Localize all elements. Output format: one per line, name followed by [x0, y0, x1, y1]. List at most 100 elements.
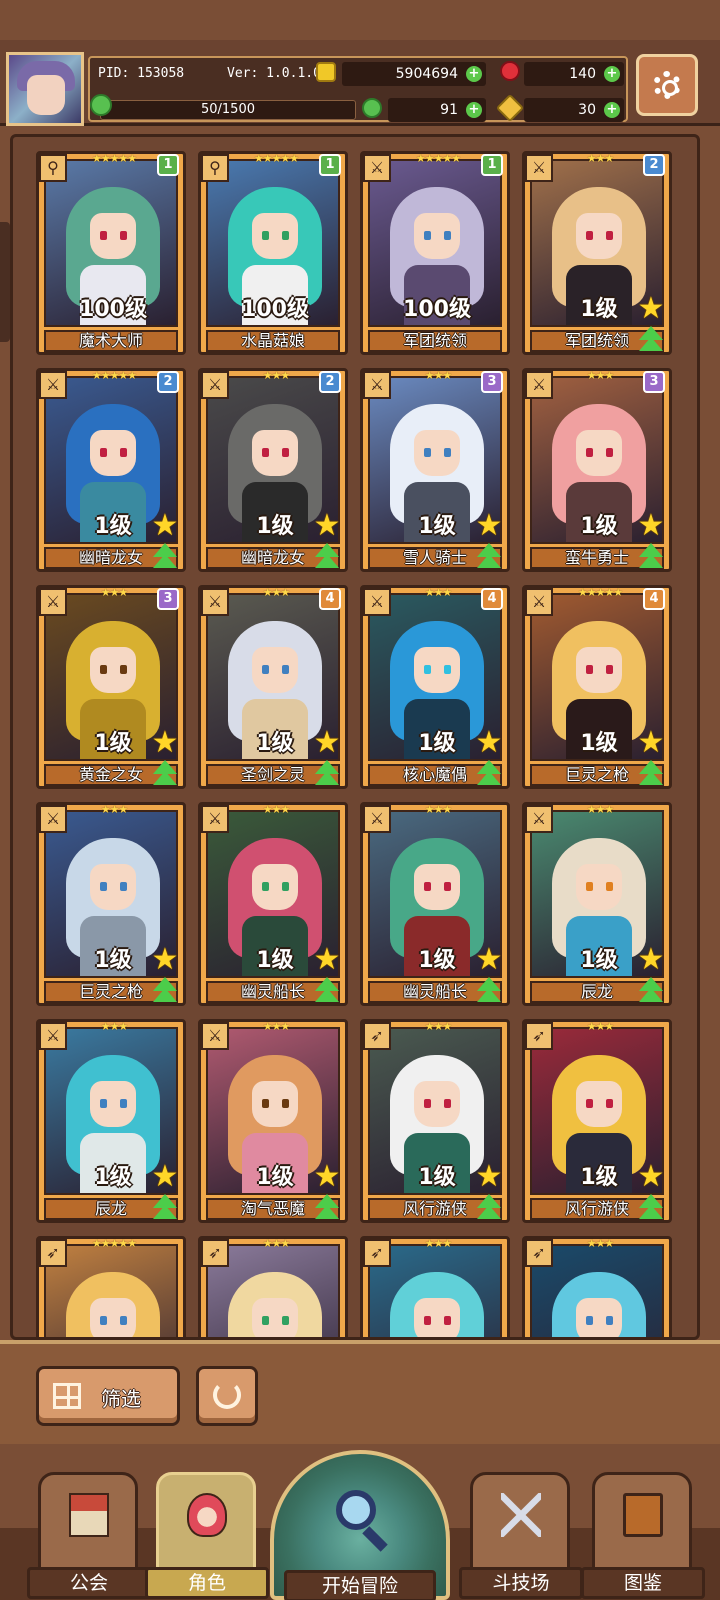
star-upgrade-icon[interactable]: ★	[312, 728, 342, 758]
character-card[interactable]: 100级 ★★★★★ ⚔ 1 军团统领	[360, 151, 510, 355]
player-avatar[interactable]	[6, 52, 84, 126]
portrait-eye	[100, 665, 107, 674]
character-card[interactable]: 1级 ★★★ ⚔ 4 核心魔偶 ★	[360, 585, 510, 789]
add-clover-button[interactable]: +	[466, 102, 482, 118]
character-card[interactable]: 1级 ★★★ ⚔ 3 蛮牛勇士 ★	[522, 368, 672, 572]
character-card[interactable]: ★★★ ➶	[360, 1236, 510, 1337]
portrait-face	[414, 647, 460, 693]
star-upgrade-icon[interactable]: ★	[150, 1162, 180, 1192]
tier-badge: 1	[481, 154, 503, 176]
level-up-arrow-icon[interactable]	[636, 326, 666, 354]
character-icon	[187, 1493, 227, 1537]
star-upgrade-icon[interactable]: ★	[474, 1162, 504, 1192]
level-up-arrow-icon[interactable]	[312, 977, 342, 1005]
level-up-arrow-icon[interactable]	[150, 543, 180, 571]
level-up-arrow-icon[interactable]	[312, 760, 342, 788]
portrait-eye	[100, 448, 107, 457]
level-up-arrow-icon[interactable]	[474, 1194, 504, 1222]
character-card[interactable]: 1级 ★★★ ⚔ 4 圣剑之灵 ★	[198, 585, 348, 789]
star-upgrade-icon[interactable]: ★	[636, 945, 666, 975]
level-up-arrow-icon[interactable]	[636, 977, 666, 1005]
side-drawer-handle[interactable]	[0, 222, 10, 342]
level-up-arrow-icon[interactable]	[474, 543, 504, 571]
portrait-eye	[444, 448, 451, 457]
refresh-icon	[213, 1381, 241, 1409]
gold-amount: 5904694	[395, 66, 458, 82]
character-card[interactable]: 1级 ★★★ ⚔ 3 雪人骑士 ★	[360, 368, 510, 572]
portrait-eye	[262, 231, 269, 240]
portrait-eye	[424, 448, 431, 457]
add-gold-button[interactable]: +	[466, 66, 482, 82]
portrait-eye	[100, 882, 107, 891]
star-upgrade-icon[interactable]: ★	[150, 945, 180, 975]
add-gems-button[interactable]: +	[604, 66, 620, 82]
character-card[interactable]: 1级 ★★★ ➶ 风行游侠 ★	[522, 1019, 672, 1223]
bow-icon: ➶	[39, 1239, 67, 1267]
star-upgrade-icon[interactable]: ★	[474, 728, 504, 758]
nav-tab-characters[interactable]: 角色	[145, 1472, 269, 1599]
character-card[interactable]: 1级 ★★★ ⚔ 辰龙 ★	[36, 1019, 186, 1223]
level-up-arrow-icon[interactable]	[150, 977, 180, 1005]
character-card[interactable]: 1级 ★★★ ⚔ 辰龙 ★	[522, 802, 672, 1006]
character-name: 水晶菇娘	[206, 330, 340, 352]
character-card[interactable]: 100级 ★★★★★ ⚲ 1 魔术大师	[36, 151, 186, 355]
refresh-button[interactable]	[196, 1366, 258, 1426]
character-grid[interactable]: 100级 ★ ★ ★ ★ ★ ⚲ 1 魔术大师 100级 ★ ★ ★ ★ ★ ⚲ 1 水晶菇娘 100级 ★ ★ ★ ★ ★ ⚔…	[10, 134, 700, 1340]
star-upgrade-icon[interactable]: ★	[312, 1162, 342, 1192]
tier-badge: 1	[157, 154, 179, 176]
magnifier-handle	[362, 1526, 388, 1552]
tier-badge: 2	[319, 371, 341, 393]
star-upgrade-icon[interactable]: ★	[474, 511, 504, 541]
level-up-arrow-icon[interactable]	[636, 1194, 666, 1222]
character-card[interactable]: 1级 ★★★ ➶ 风行游侠 ★	[360, 1019, 510, 1223]
star-upgrade-icon[interactable]: ★	[150, 511, 180, 541]
character-card[interactable]: 1级 ★★★ ⚔ 2 军团统领 ★	[522, 151, 672, 355]
bottom-navigation: 公会 角色 开始冒险 斗技场 图鉴	[0, 1444, 720, 1600]
level-up-arrow-icon[interactable]	[312, 1194, 342, 1222]
character-card[interactable]: 1级 ★★★ ⚔ 幽灵船长 ★	[198, 802, 348, 1006]
start-adventure-button[interactable]: 开始冒险	[270, 1450, 450, 1600]
character-card[interactable]: 1级 ★★★ ⚔ 2 幽暗龙女 ★	[198, 368, 348, 572]
character-card[interactable]: ★★★★★ ➶	[36, 1236, 186, 1337]
character-card[interactable]: 1级 ★★★★★ ⚔ 2 幽暗龙女 ★	[36, 368, 186, 572]
gold-counter: 5904694 +	[342, 62, 486, 86]
level-up-arrow-icon[interactable]	[312, 543, 342, 571]
star-upgrade-icon[interactable]: ★	[474, 945, 504, 975]
portrait-face	[90, 1081, 136, 1127]
portrait-face	[576, 213, 622, 259]
sword-icon: ⚔	[363, 588, 391, 616]
portrait-eye	[444, 1316, 451, 1325]
character-name: 魔术大师	[44, 330, 178, 352]
nav-tab-guild[interactable]: 公会	[27, 1472, 151, 1599]
bow-icon: ➶	[201, 1239, 229, 1267]
star-upgrade-icon[interactable]: ★	[312, 511, 342, 541]
star-upgrade-icon[interactable]: ★	[636, 511, 666, 541]
character-card[interactable]: 1级 ★★★ ⚔ 3 黄金之女 ★	[36, 585, 186, 789]
level-up-arrow-icon[interactable]	[474, 977, 504, 1005]
star-upgrade-icon[interactable]: ★	[636, 1162, 666, 1192]
character-card[interactable]: ★★★ ➶	[522, 1236, 672, 1337]
nav-tab-arena[interactable]: 斗技场	[459, 1472, 583, 1599]
portrait-eye	[262, 665, 269, 674]
star-upgrade-icon[interactable]: ★	[636, 728, 666, 758]
level-up-arrow-icon[interactable]	[150, 1194, 180, 1222]
level-up-arrow-icon[interactable]	[636, 543, 666, 571]
star-upgrade-icon[interactable]: ★	[636, 294, 666, 324]
character-card[interactable]: 1级 ★★★ ⚔ 幽灵船长 ★	[360, 802, 510, 1006]
level-up-arrow-icon[interactable]	[150, 760, 180, 788]
character-card[interactable]: 100级 ★★★★★ ⚲ 1 水晶菇娘	[198, 151, 348, 355]
add-keys-button[interactable]: +	[604, 102, 620, 118]
level-up-arrow-icon[interactable]	[636, 760, 666, 788]
filter-button[interactable]: 筛选	[36, 1366, 180, 1426]
nav-tab-codex[interactable]: 图鉴	[581, 1472, 705, 1599]
character-card[interactable]: 1级 ★★★★★ ⚔ 4 巨灵之枪 ★	[522, 585, 672, 789]
star-upgrade-icon[interactable]: ★	[312, 945, 342, 975]
settings-button[interactable]	[636, 54, 698, 116]
level-up-arrow-icon[interactable]	[474, 760, 504, 788]
character-card[interactable]: ★★★ ➶	[198, 1236, 348, 1337]
portrait-eye	[444, 665, 451, 674]
sword-icon: ⚔	[39, 805, 67, 833]
character-card[interactable]: 1级 ★★★ ⚔ 淘气恶魔 ★	[198, 1019, 348, 1223]
character-card[interactable]: 1级 ★★★ ⚔ 巨灵之枪 ★	[36, 802, 186, 1006]
star-upgrade-icon[interactable]: ★	[150, 728, 180, 758]
